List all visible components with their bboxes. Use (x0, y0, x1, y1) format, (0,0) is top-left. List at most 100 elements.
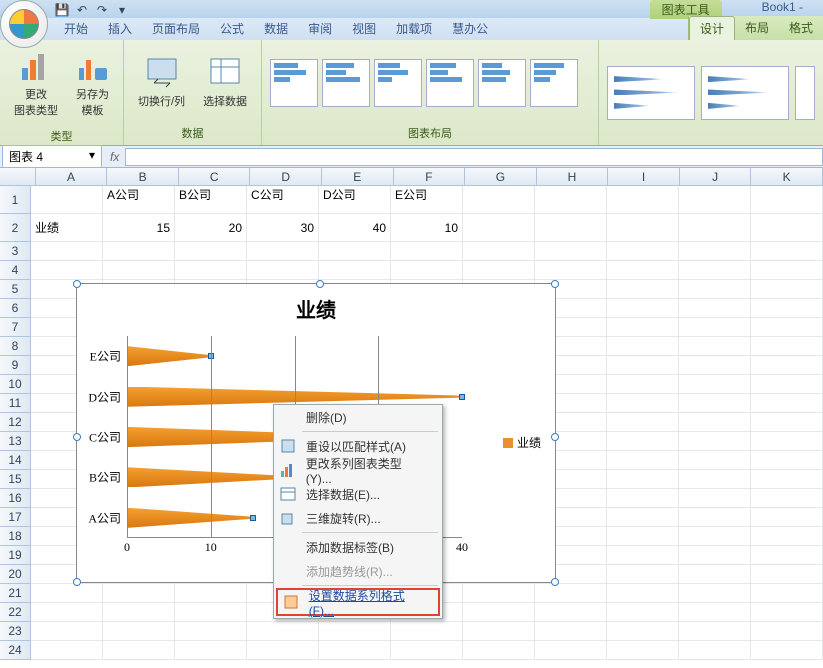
cell[interactable] (679, 508, 751, 526)
tab-insert[interactable]: 插入 (98, 17, 142, 40)
cell[interactable] (751, 432, 823, 450)
col-header[interactable]: E (322, 168, 394, 185)
cell[interactable] (463, 622, 535, 640)
namebox-dropdown-icon[interactable]: ▾ (89, 148, 95, 165)
cell[interactable] (751, 489, 823, 507)
row-header[interactable]: 23 (0, 622, 30, 641)
cell[interactable] (391, 622, 463, 640)
tab-data[interactable]: 数据 (254, 17, 298, 40)
cell[interactable] (607, 356, 679, 374)
cell[interactable] (31, 584, 103, 602)
cell[interactable] (679, 432, 751, 450)
chart-legend[interactable]: 业绩 (503, 434, 541, 451)
cell[interactable] (607, 186, 679, 213)
cell[interactable] (751, 413, 823, 431)
cell[interactable] (607, 261, 679, 279)
formula-input[interactable] (125, 148, 823, 166)
name-box[interactable]: 图表 4 ▾ (2, 145, 102, 168)
select-all-corner[interactable] (0, 168, 36, 185)
cell[interactable] (679, 584, 751, 602)
cell[interactable] (463, 641, 535, 659)
cell[interactable] (679, 337, 751, 355)
cell[interactable] (607, 451, 679, 469)
cell[interactable] (175, 641, 247, 659)
cell[interactable] (607, 214, 679, 242)
cell[interactable] (607, 375, 679, 393)
cell[interactable] (751, 451, 823, 469)
cell[interactable] (175, 622, 247, 640)
cell[interactable] (751, 261, 823, 279)
tab-design[interactable]: 设计 (689, 16, 735, 40)
row-header[interactable]: 8 (0, 337, 30, 356)
row-header[interactable]: 18 (0, 527, 30, 546)
cell[interactable] (535, 214, 607, 242)
cell[interactable] (679, 489, 751, 507)
cell[interactable]: B公司 (175, 186, 247, 213)
cell[interactable] (751, 508, 823, 526)
context-menu-item[interactable]: 更改系列图表类型(Y)... (274, 458, 442, 482)
style-item[interactable] (607, 66, 695, 120)
cell[interactable] (175, 242, 247, 260)
cell[interactable] (607, 337, 679, 355)
cell[interactable] (247, 242, 319, 260)
cell[interactable] (751, 318, 823, 336)
row-header[interactable]: 5 (0, 280, 30, 299)
cell[interactable] (103, 603, 175, 621)
chart-bar[interactable] (127, 346, 211, 366)
cell[interactable] (607, 432, 679, 450)
cell[interactable] (607, 280, 679, 298)
undo-icon[interactable]: ↶ (74, 2, 90, 18)
row-header[interactable]: 7 (0, 318, 30, 337)
tab-layout[interactable]: 布局 (735, 16, 779, 40)
col-header[interactable]: I (608, 168, 680, 185)
cell[interactable] (751, 546, 823, 564)
context-menu-item[interactable]: 三维旋转(R)... (274, 506, 442, 530)
cell[interactable] (679, 186, 751, 213)
cell[interactable] (751, 356, 823, 374)
cell[interactable] (607, 470, 679, 488)
cell[interactable] (607, 622, 679, 640)
layout-item[interactable] (322, 59, 370, 107)
save-template-button[interactable]: 另存为 模板 (70, 46, 115, 122)
cell[interactable] (103, 622, 175, 640)
cell[interactable]: C公司 (247, 186, 319, 213)
context-menu-item[interactable]: 设置数据系列格式(F)... (278, 590, 438, 614)
cell[interactable] (535, 622, 607, 640)
row-header[interactable]: 3 (0, 242, 30, 261)
row-header[interactable]: 11 (0, 394, 30, 413)
cell[interactable] (535, 584, 607, 602)
cell[interactable]: E公司 (391, 186, 463, 213)
cell[interactable] (679, 214, 751, 242)
cell[interactable] (751, 641, 823, 659)
tab-format[interactable]: 格式 (779, 16, 823, 40)
row-header[interactable]: 17 (0, 508, 30, 527)
tab-formulas[interactable]: 公式 (210, 17, 254, 40)
cell[interactable] (175, 584, 247, 602)
tab-pagelayout[interactable]: 页面布局 (142, 17, 210, 40)
cell[interactable] (463, 261, 535, 279)
cell[interactable] (679, 318, 751, 336)
cell[interactable] (751, 186, 823, 213)
cell[interactable] (751, 584, 823, 602)
qat-dropdown-icon[interactable]: ▾ (114, 2, 130, 18)
cell[interactable] (31, 622, 103, 640)
layout-item[interactable] (478, 59, 526, 107)
cell[interactable] (679, 470, 751, 488)
cell[interactable] (751, 565, 823, 583)
cell[interactable] (463, 584, 535, 602)
row-header[interactable]: 2 (0, 214, 30, 242)
change-chart-type-button[interactable]: 更改 图表类型 (8, 46, 64, 122)
cell[interactable] (679, 356, 751, 374)
col-header[interactable]: G (465, 168, 537, 185)
cell[interactable] (535, 261, 607, 279)
cell[interactable] (679, 622, 751, 640)
cell[interactable] (679, 375, 751, 393)
cell[interactable] (607, 546, 679, 564)
cells-area[interactable]: A公司 B公司 C公司 D公司 E公司 业绩 15 20 30 40 10 业绩 (31, 186, 823, 660)
cell[interactable] (751, 337, 823, 355)
row-header[interactable]: 4 (0, 261, 30, 280)
row-header[interactable]: 10 (0, 375, 30, 394)
row-header[interactable]: 6 (0, 299, 30, 318)
row-header[interactable]: 20 (0, 565, 30, 584)
row-header[interactable]: 24 (0, 641, 30, 660)
